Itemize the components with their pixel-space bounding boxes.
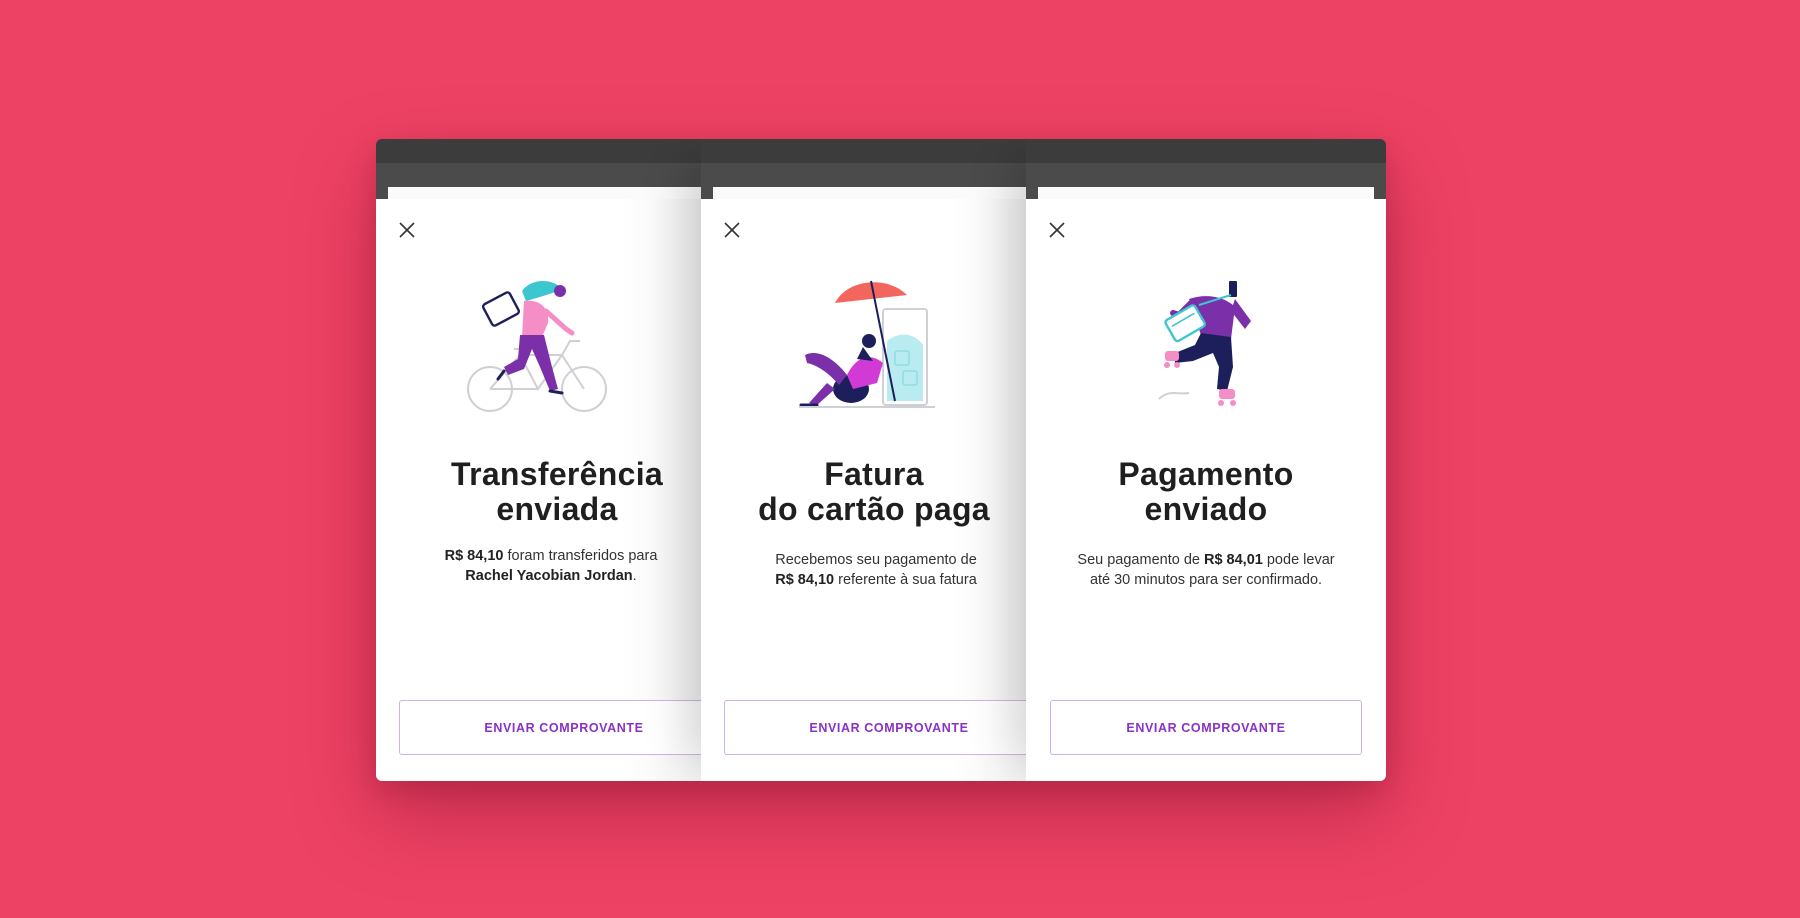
description-text: Recebemos seu pagamento de [775, 552, 977, 568]
amount: R$ 84,10 [775, 572, 835, 588]
description: Seu pagamento de R$ 84,01 pode levar até… [1066, 550, 1346, 590]
description-text: foram transferidos para [503, 548, 658, 564]
page-title: Fatura do cartão paga [701, 457, 1049, 527]
description: R$ 84,10 foram transferidos para Rachel … [416, 546, 686, 586]
payment-sent-card: Pagamento enviado Seu pagamento de R$ 84… [1026, 139, 1386, 781]
person-relaxing-under-umbrella-illustration [799, 280, 935, 408]
title-line-2: do cartão paga [758, 491, 990, 527]
send-receipt-button[interactable]: ENVIAR COMPROVANTE [724, 700, 1051, 755]
amount: R$ 84,10 [444, 548, 504, 564]
title-line-2: enviada [496, 491, 618, 527]
description-text: Seu pagamento de [1077, 552, 1204, 568]
card-bill-paid-card: Fatura do cartão paga Recebemos seu paga… [701, 139, 1051, 781]
page-title: Pagamento enviado [1026, 457, 1386, 527]
description-text: . [632, 568, 637, 584]
transfer-sent-card: Transferência enviada R$ 84,10 foram tra… [376, 139, 726, 781]
status-bar [376, 139, 726, 163]
close-icon[interactable] [723, 221, 741, 239]
title-line-1: Pagamento [1118, 456, 1294, 492]
status-bar [1026, 139, 1386, 163]
title-line-1: Fatura [824, 456, 924, 492]
person-riding-bicycle-illustration [467, 281, 607, 412]
close-icon[interactable] [1048, 221, 1066, 239]
send-receipt-button[interactable]: ENVIAR COMPROVANTE [1050, 700, 1362, 755]
person-running-with-bag-illustration [1158, 281, 1251, 406]
page-title: Transferência enviada [382, 457, 726, 527]
amount: R$ 84,01 [1203, 552, 1263, 568]
cards-stage: Transferência enviada R$ 84,10 foram tra… [376, 139, 1386, 781]
title-line-2: enviado [1144, 491, 1268, 527]
description-text: referente à sua fatura [834, 572, 977, 588]
send-receipt-button[interactable]: ENVIAR COMPROVANTE [399, 700, 726, 755]
close-icon[interactable] [398, 221, 416, 239]
description: Recebemos seu pagamento de R$ 84,10 refe… [751, 550, 1001, 590]
title-line-1: Transferência [450, 456, 663, 492]
recipient-name: Rachel Yacobian Jordan [465, 568, 633, 584]
status-bar [701, 139, 1051, 163]
